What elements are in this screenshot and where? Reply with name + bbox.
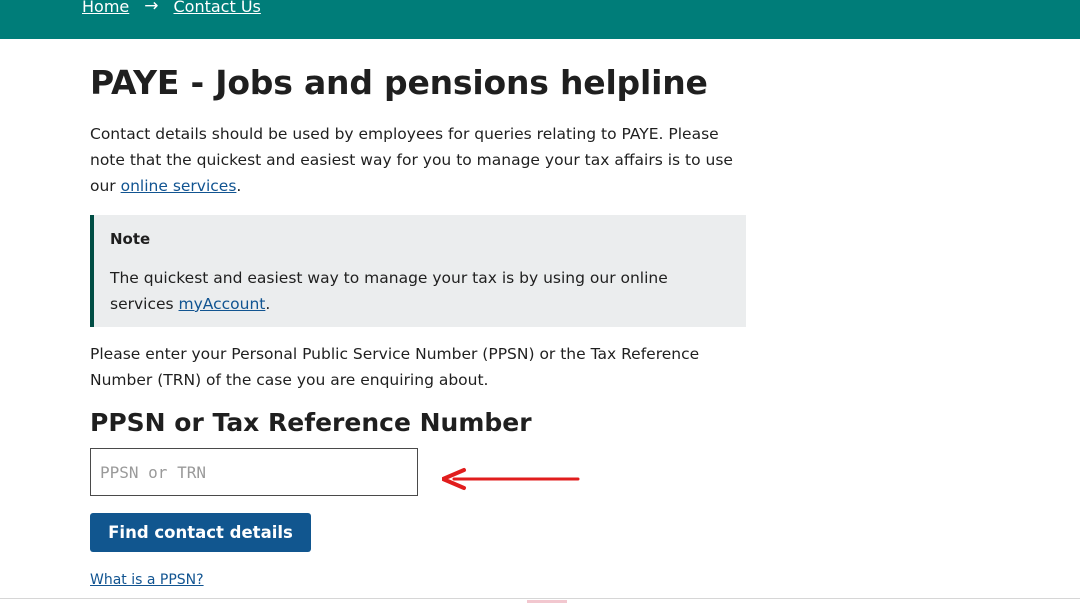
ppsn-field-label: PPSN or Tax Reference Number: [90, 408, 532, 437]
note-title: Note: [110, 230, 151, 248]
breadcrumb: Home → Contact Us: [82, 0, 261, 18]
arrow-right-icon: →: [144, 0, 159, 16]
ppsn-input[interactable]: [90, 448, 418, 496]
red-arrow-left-icon: [442, 468, 580, 490]
online-services-link[interactable]: online services: [121, 177, 237, 195]
what-is-ppsn-link[interactable]: What is a PPSN?: [90, 570, 204, 590]
find-contact-details-button[interactable]: Find contact details: [90, 513, 311, 552]
instruction-paragraph: Please enter your Personal Public Servic…: [90, 345, 700, 389]
breadcrumb-contact-link[interactable]: Contact Us: [174, 0, 261, 16]
note-text-end: .: [265, 295, 271, 313]
myaccount-link[interactable]: myAccount: [179, 295, 266, 313]
note-box: Note The quickest and easiest way to man…: [90, 215, 746, 327]
page-title: PAYE - Jobs and pensions helpline: [90, 63, 708, 102]
intro-paragraph: Contact details should be used by employ…: [90, 121, 750, 199]
note-text: The quickest and easiest way to manage y…: [110, 265, 710, 317]
header-bar: Home → Contact Us: [0, 0, 1080, 39]
breadcrumb-home-link[interactable]: Home: [82, 0, 129, 16]
intro-text-end: .: [236, 177, 242, 195]
page-divider: [0, 598, 1080, 599]
